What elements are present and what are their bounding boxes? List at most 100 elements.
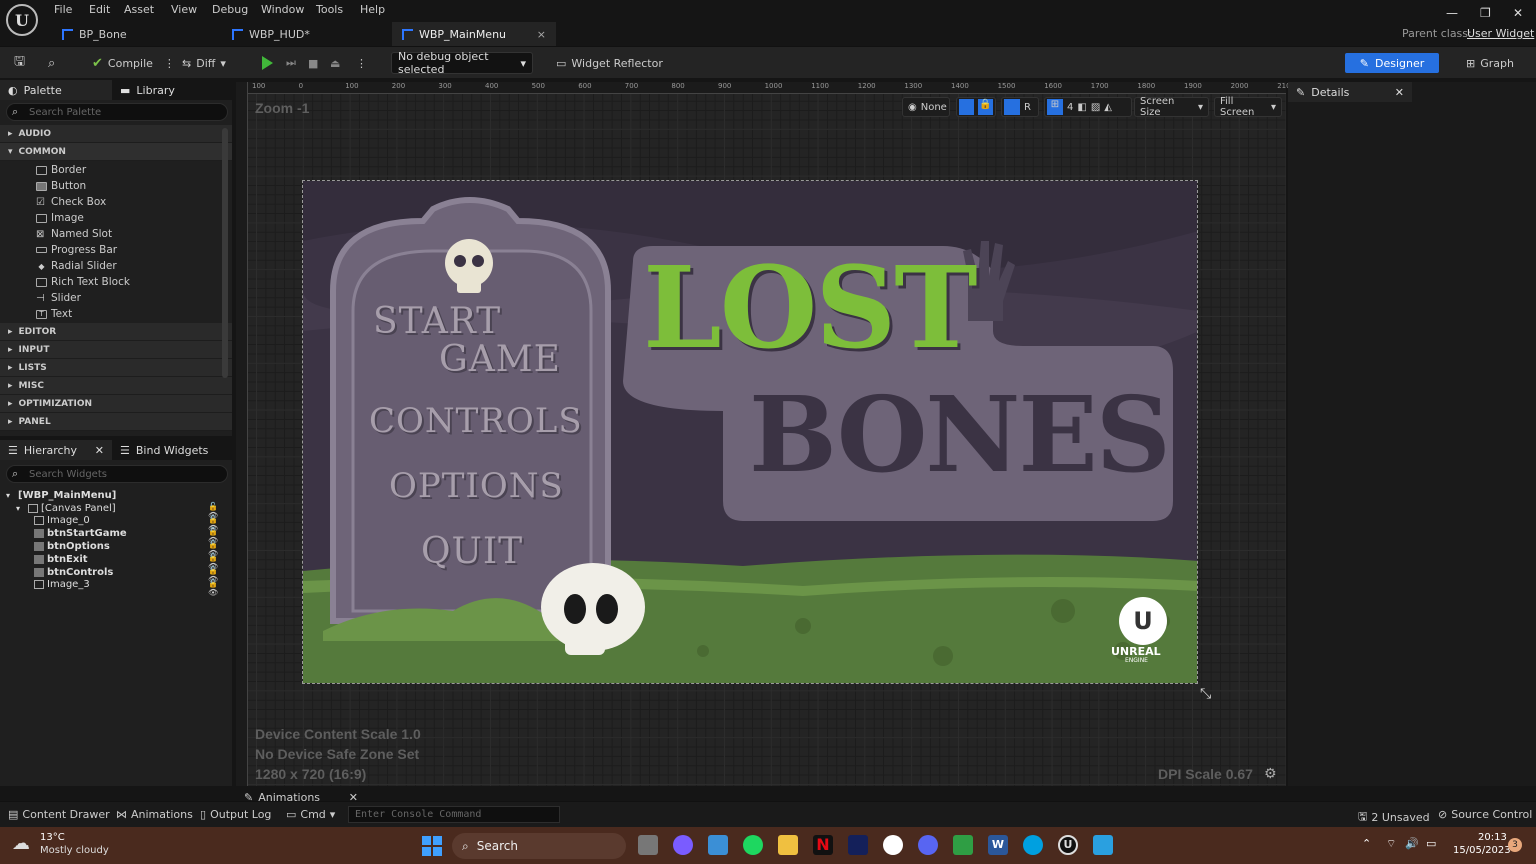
diff-button[interactable]: ⇆ Diff ▾ <box>178 53 230 73</box>
tree-item[interactable]: btnControls 🔓👁 <box>6 566 232 584</box>
notification-badge[interactable]: 3 <box>1508 838 1522 852</box>
resize-handle-icon[interactable]: ⤡ <box>1200 686 1211 702</box>
palette-item-slider[interactable]: ⊣ Slider <box>0 290 232 306</box>
grid-snap-toggle[interactable]: ⊞ 4 ◧ ▨ ◭ <box>1044 97 1132 117</box>
tab-close-icon[interactable]: × <box>537 28 546 41</box>
cmd-dropdown[interactable]: ▭ Cmd ▾ <box>286 808 335 821</box>
none-toggle[interactable]: ◉ None <box>902 97 950 117</box>
menu-window[interactable]: Window <box>261 3 304 16</box>
tree-item[interactable]: btnStartGame 🔓👁 <box>6 527 232 545</box>
fill-screen-dropdown[interactable]: Fill Screen ▾ <box>1214 96 1282 118</box>
tab-hierarchy[interactable]: ☰ Hierarchy ✕ <box>0 440 112 460</box>
main-menu-canvas[interactable]: START GAME CONTROLS OPTIONS QUIT LOST BO… <box>302 180 1198 684</box>
compile-button[interactable]: ✔ Compile ⋮ <box>88 53 179 73</box>
category-lists[interactable]: ▸ LISTS <box>0 359 232 377</box>
category-optimization[interactable]: ▸ OPTIMIZATION <box>0 395 232 413</box>
content-drawer-button[interactable]: ▤ Content Drawer <box>8 808 110 821</box>
game-label[interactable]: GAME <box>439 339 561 380</box>
debug-object-select[interactable]: No debug object selected ▾ <box>391 50 533 76</box>
file-explorer-icon[interactable] <box>778 835 798 855</box>
volume-icon[interactable]: 🔊 <box>1405 837 1419 850</box>
menu-file[interactable]: File <box>54 3 72 16</box>
browse-icon[interactable]: ⌕ <box>44 53 59 73</box>
word-icon[interactable]: W <box>988 835 1008 855</box>
menu-tools[interactable]: Tools <box>316 3 343 16</box>
compile-options-icon[interactable]: ⋮ <box>164 57 175 70</box>
lock-visibility-icons[interactable]: 🔓👁 <box>208 579 232 597</box>
console-input[interactable]: Enter Console Command <box>348 806 560 823</box>
tab-wbp-hud[interactable]: WBP_HUD* <box>222 22 392 46</box>
restore-icon[interactable]: ❐ <box>1480 6 1491 20</box>
palette-search-input[interactable]: Search Palette <box>6 103 228 121</box>
weather-desc[interactable]: Mostly cloudy <box>40 845 109 856</box>
clock-time[interactable]: 20:13 <box>1478 832 1507 843</box>
tree-canvas-panel[interactable]: ▾ [Canvas Panel] 🔓👁 <box>6 502 232 520</box>
stop-icon[interactable]: ■ <box>304 53 322 73</box>
tab-bp-bone[interactable]: BP_Bone <box>52 22 222 46</box>
category-audio[interactable]: ▸ AUDIO <box>0 125 232 143</box>
palette-scrollbar[interactable] <box>222 128 228 378</box>
lock-toggle[interactable]: 🔒 <box>956 97 996 117</box>
tab-palette[interactable]: ◐ Palette <box>0 80 112 100</box>
tab-bind-widgets[interactable]: ☰ Bind Widgets <box>112 440 216 460</box>
menu-asset[interactable]: Asset <box>124 3 154 16</box>
palette-item-named-slot[interactable]: ⊠ Named Slot <box>0 226 232 242</box>
widget-reflector-button[interactable]: ▭ Widget Reflector <box>552 53 667 73</box>
category-input[interactable]: ▸ INPUT <box>0 341 232 359</box>
screen-size-dropdown[interactable]: Screen Size ▾ <box>1134 96 1209 118</box>
palette-item-rich-text-block[interactable]: Rich Text Block <box>0 274 232 290</box>
palette-item-text[interactable]: T Text <box>0 306 232 322</box>
eject-icon[interactable]: ⏏ <box>326 53 344 73</box>
animations-button[interactable]: ⋈ Animations <box>116 808 193 821</box>
spotify-icon[interactable] <box>743 835 763 855</box>
palette-item-button[interactable]: Button <box>0 178 232 194</box>
discord-icon[interactable] <box>918 835 938 855</box>
source-control-button[interactable]: ⊘ Source Control <box>1438 808 1532 821</box>
tree-item[interactable]: Image_0 🔓👁 <box>6 515 232 533</box>
mail-icon[interactable] <box>708 835 728 855</box>
netflix-icon[interactable]: N <box>813 835 833 855</box>
category-common[interactable]: ▾ COMMON <box>0 143 232 161</box>
menu-debug[interactable]: Debug <box>212 3 248 16</box>
windows-start-icon[interactable] <box>422 836 442 856</box>
close-icon[interactable]: ✕ <box>1395 86 1404 99</box>
weather-temp[interactable]: 13°C <box>40 832 65 843</box>
options-label[interactable]: OPTIONS <box>389 466 564 506</box>
hierarchy-search-input[interactable]: Search Widgets <box>6 465 228 483</box>
respect-locks-toggle[interactable]: R <box>1001 97 1039 117</box>
tree-item[interactable]: Image_3 🔓👁 <box>6 579 232 597</box>
chevron-up-icon[interactable]: ⌃ <box>1362 837 1371 850</box>
minimize-icon[interactable]: — <box>1446 6 1458 20</box>
palette-item-border[interactable]: Border <box>0 162 232 178</box>
category-editor[interactable]: ▸ EDITOR <box>0 323 232 341</box>
quit-label[interactable]: QUIT <box>421 531 523 572</box>
start-label[interactable]: START <box>373 301 501 342</box>
palette-item-check-box[interactable]: ☑ Check Box <box>0 194 232 210</box>
category-misc[interactable]: ▸ MISC <box>0 377 232 395</box>
tab-library[interactable]: ▬ Library <box>112 80 183 100</box>
tree-item[interactable]: btnOptions 🔓👁 <box>6 540 232 558</box>
palette-item-progress-bar[interactable]: Progress Bar <box>0 242 232 258</box>
step-icon[interactable]: ⏭ <box>282 53 300 73</box>
controls-label[interactable]: CONTROLS <box>369 401 583 441</box>
graph-button[interactable]: ⊞ Graph <box>1462 53 1518 73</box>
cortana-icon[interactable] <box>1023 835 1043 855</box>
menu-view[interactable]: View <box>171 3 197 16</box>
unreal-taskbar-icon[interactable]: U <box>1058 835 1078 855</box>
menu-help[interactable]: Help <box>360 3 385 16</box>
menu-edit[interactable]: Edit <box>89 3 110 16</box>
teams-icon[interactable] <box>673 835 693 855</box>
tab-wbp-mainmenu[interactable]: WBP_MainMenu × <box>392 22 556 46</box>
sheets-icon[interactable] <box>953 835 973 855</box>
play-button[interactable] <box>258 53 277 73</box>
close-window-icon[interactable]: ✕ <box>1513 6 1523 20</box>
tab-details[interactable]: ✎ Details ✕ <box>1288 82 1412 102</box>
close-icon[interactable]: ✕ <box>95 444 104 457</box>
parent-class-link[interactable]: User Widget <box>1467 27 1534 40</box>
category-panel[interactable]: ▸ PANEL <box>0 413 232 431</box>
photos-icon[interactable] <box>1093 835 1113 855</box>
chrome-icon[interactable] <box>883 835 903 855</box>
disney-plus-icon[interactable] <box>848 835 868 855</box>
palette-item-image[interactable]: Image <box>0 210 232 226</box>
play-options-icon[interactable]: ⋮ <box>352 53 371 73</box>
